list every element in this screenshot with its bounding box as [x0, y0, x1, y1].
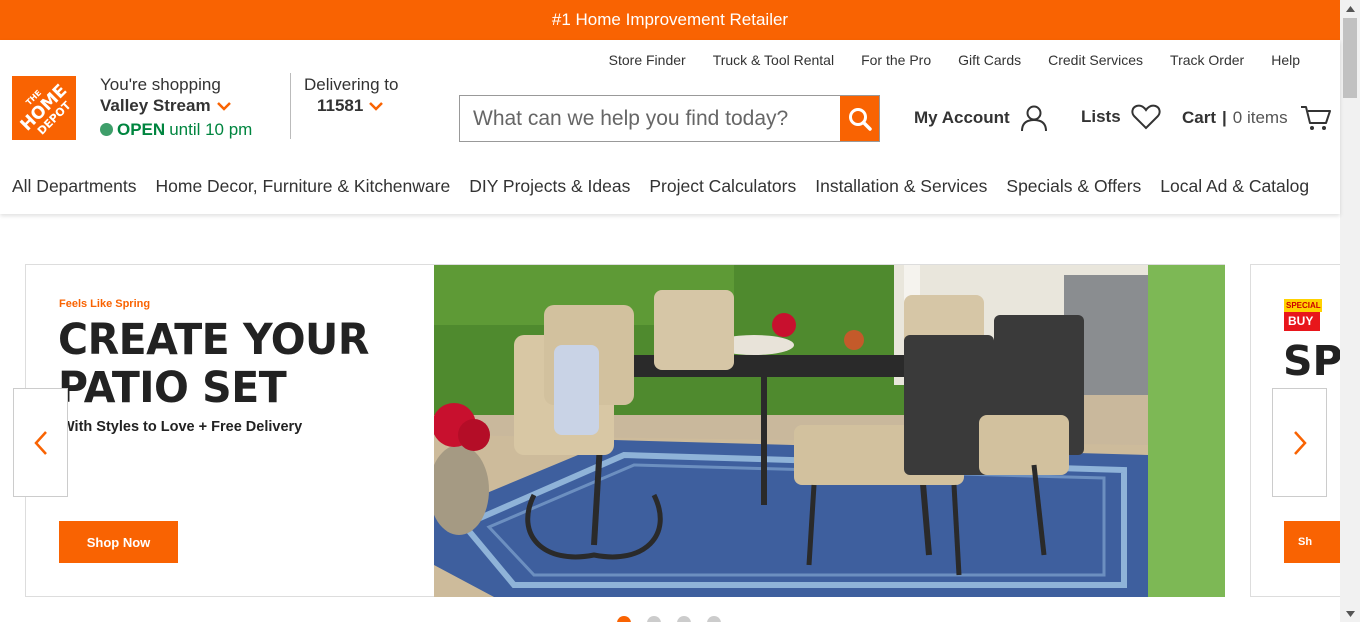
nav-home-decor[interactable]: Home Decor, Furniture & Kitchenware — [156, 176, 451, 197]
site-header: Store Finder Truck & Tool Rental For the… — [0, 40, 1340, 214]
search-bar — [459, 95, 880, 142]
promo-text[interactable]: #1 Home Improvement Retailer — [552, 10, 788, 29]
scroll-up-arrow-icon[interactable] — [1340, 0, 1360, 17]
lists-button[interactable]: Lists — [1081, 104, 1161, 130]
utility-link-credit-services[interactable]: Credit Services — [1048, 52, 1143, 68]
cart-items-count[interactable]: 0 items — [1233, 108, 1288, 128]
search-input[interactable] — [460, 96, 840, 141]
delivering-label: Delivering to — [304, 75, 399, 94]
chevron-down-icon[interactable] — [369, 101, 384, 111]
cart-icon[interactable] — [1300, 104, 1332, 132]
nav-all-departments[interactable]: All Departments — [12, 176, 137, 197]
badge-top: SPECIAL — [1284, 299, 1322, 312]
utility-link-gift-cards[interactable]: Gift Cards — [958, 52, 1021, 68]
hero-headline-line1: CREATE YOUR — [58, 313, 369, 365]
hero-eyebrow: Feels Like Spring — [59, 298, 151, 310]
promo-bar[interactable]: #1 Home Improvement Retailer — [0, 0, 1340, 40]
store-status-row: OPEN until 10 pm — [100, 119, 252, 140]
badge-bottom: BUY — [1284, 312, 1320, 331]
next-slide-button[interactable]: Sh — [1284, 521, 1340, 563]
store-name-row[interactable]: Valley Stream — [100, 95, 252, 116]
open-status-icon — [100, 123, 113, 136]
carousel-prev-button[interactable] — [13, 388, 68, 497]
header-divider — [290, 73, 291, 139]
next-slide-headline: SP — [1283, 337, 1340, 385]
chevron-right-icon — [1293, 430, 1307, 455]
user-icon[interactable] — [1020, 104, 1048, 132]
carousel-dot[interactable] — [707, 616, 721, 622]
special-buy-badge: SPECIAL BUY — [1284, 299, 1322, 333]
nav-diy-projects[interactable]: DIY Projects & Ideas — [469, 176, 630, 197]
search-button[interactable] — [840, 96, 879, 141]
carousel-pagination — [617, 616, 721, 622]
utility-link-for-the-pro[interactable]: For the Pro — [861, 52, 931, 68]
shop-now-button[interactable]: Shop Now — [59, 521, 178, 563]
carousel-dot[interactable] — [617, 616, 631, 622]
main-nav: All Departments Home Decor, Furniture & … — [12, 176, 1309, 197]
my-account-label[interactable]: My Account — [914, 108, 1010, 128]
main-viewport: #1 Home Improvement Retailer Store Finde… — [0, 0, 1340, 622]
home-depot-logo[interactable]: THE HOME DEPOT — [12, 76, 76, 140]
chevron-down-icon[interactable] — [216, 101, 231, 111]
delivery-zip[interactable]: 11581 — [317, 95, 363, 116]
nav-installation-services[interactable]: Installation & Services — [815, 176, 987, 197]
hero-subhead: With Styles to Love + Free Delivery — [61, 419, 303, 435]
utility-link-help[interactable]: Help — [1271, 52, 1300, 68]
heart-icon[interactable] — [1131, 104, 1161, 130]
shopping-label: You're shopping — [100, 75, 221, 94]
store-hours: until 10 pm — [169, 120, 253, 139]
patio-set-image[interactable] — [434, 265, 1225, 597]
hero-headline-line2: PATIO SET — [58, 362, 287, 413]
page: #1 Home Improvement Retailer Store Finde… — [0, 0, 1360, 622]
cart-separator: | — [1222, 108, 1227, 127]
nav-specials-offers[interactable]: Specials & Offers — [1006, 176, 1141, 197]
nav-local-ad-catalog[interactable]: Local Ad & Catalog — [1160, 176, 1309, 197]
cart-label[interactable]: Cart — [1182, 108, 1216, 128]
page-scrollbar[interactable] — [1340, 0, 1360, 622]
lists-label[interactable]: Lists — [1081, 107, 1121, 127]
utility-link-truck-tool-rental[interactable]: Truck & Tool Rental — [713, 52, 834, 68]
delivery-zip-row[interactable]: 11581 — [304, 95, 399, 116]
carousel-next-button[interactable] — [1272, 388, 1327, 497]
scroll-down-arrow-icon[interactable] — [1340, 605, 1360, 622]
carousel-dot[interactable] — [647, 616, 661, 622]
utility-link-track-order[interactable]: Track Order — [1170, 52, 1244, 68]
store-name[interactable]: Valley Stream — [100, 95, 211, 116]
scrollbar-thumb[interactable] — [1343, 18, 1357, 98]
hero-slide[interactable]: Feels Like Spring CREATE YOUR PATIO SET … — [25, 264, 1225, 597]
store-status: OPEN — [117, 120, 166, 139]
store-selector[interactable]: You're shopping Valley Stream OPEN until… — [100, 74, 252, 140]
carousel-dot[interactable] — [677, 616, 691, 622]
chevron-left-icon — [33, 430, 47, 455]
my-account-button[interactable]: My Account — [914, 104, 1048, 132]
patio-photo-graphic — [434, 265, 1225, 597]
nav-project-calculators[interactable]: Project Calculators — [649, 176, 796, 197]
utility-link-store-finder[interactable]: Store Finder — [609, 52, 686, 68]
search-icon — [848, 107, 872, 131]
utility-links: Store Finder Truck & Tool Rental For the… — [609, 52, 1300, 68]
hero-carousel: Feels Like Spring CREATE YOUR PATIO SET … — [0, 214, 1340, 622]
hero-headline: CREATE YOUR PATIO SET — [58, 315, 369, 412]
cart-button[interactable]: Cart | 0 items — [1182, 104, 1332, 132]
logo-graphic: THE HOME DEPOT — [12, 76, 76, 140]
delivery-zip-selector[interactable]: Delivering to 11581 — [304, 74, 399, 116]
